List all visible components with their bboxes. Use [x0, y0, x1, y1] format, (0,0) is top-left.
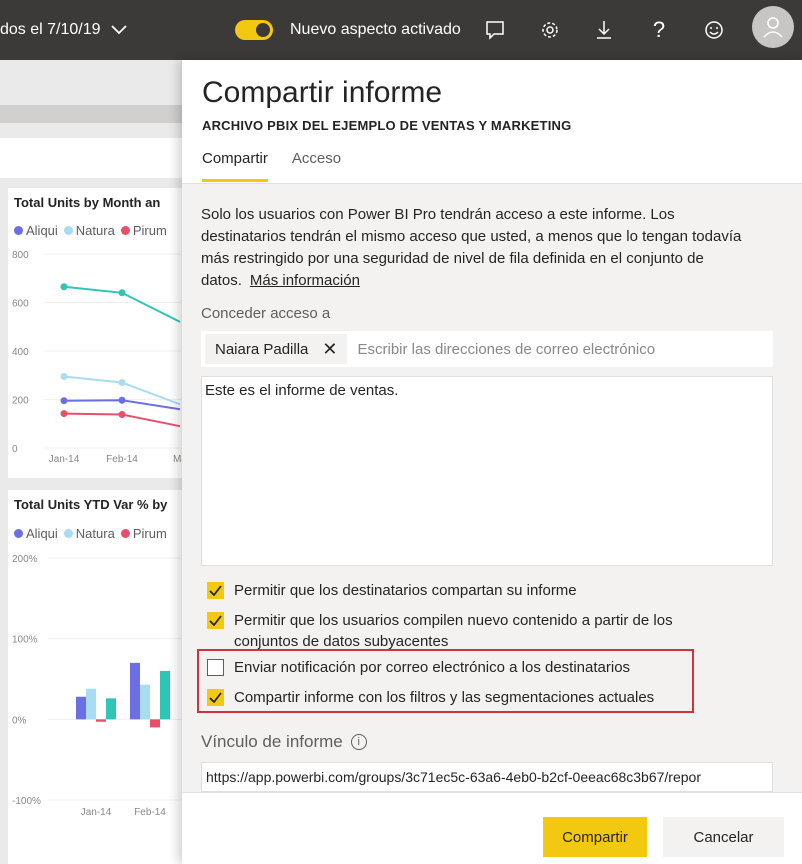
top-bar: dos el 7/10/19 Nuevo aspecto activado ? [0, 0, 802, 60]
recipients-field[interactable]: Naiara Padilla ✕ Escribir las direccione… [201, 331, 773, 367]
breadcrumb-label: dos el 7/10/19 [0, 21, 101, 38]
info-icon[interactable]: i [350, 734, 367, 750]
remove-recipient-icon[interactable]: ✕ [322, 339, 337, 360]
report-link-label: Vínculo de informe i [201, 732, 367, 752]
checkbox-checked-icon[interactable] [207, 612, 224, 629]
y-tick-label: 100% [12, 635, 38, 646]
x-tick-label: Feb-14 [134, 807, 166, 818]
share-report-dialog: Compartir informe ARCHIVO PBIX DEL EJEMP… [182, 60, 802, 864]
tab-access[interactable]: Acceso [292, 150, 341, 182]
chart-legend: Aliqui Natura Pirum [14, 526, 167, 541]
checkbox-checked-icon[interactable] [207, 582, 224, 599]
download-icon[interactable] [589, 15, 619, 45]
bar [106, 698, 116, 720]
grant-access-label: Conceder acceso a [201, 305, 331, 322]
y-tick-label: -100% [12, 796, 41, 807]
line-chart: 8006004002000Jan-14 Feb-14 Ma [12, 250, 200, 465]
bar [160, 670, 170, 720]
breadcrumb[interactable]: dos el 7/10/19 [0, 0, 127, 60]
more-info-link[interactable]: Más información [250, 272, 360, 289]
report-link-field[interactable]: https://app.powerbi.com/groups/3c71ec5c-… [201, 762, 773, 792]
gear-icon[interactable] [535, 15, 565, 45]
dialog-footer: Compartir Cancelar [182, 792, 802, 864]
share-description: Solo los usuarios con Power BI Pro tendr… [201, 206, 742, 289]
bar [150, 719, 160, 728]
y-tick-label: 0% [12, 715, 27, 726]
y-tick-label: 200 [12, 396, 29, 407]
data-point [118, 411, 126, 419]
report-canvas: Total Units by Month an Aliqui Natura Pi… [0, 60, 200, 864]
data-point [118, 396, 126, 404]
y-tick-label: 200% [12, 554, 38, 565]
recipient-name: Naiara Padilla [215, 340, 309, 358]
tab-share[interactable]: Compartir [202, 150, 268, 182]
share-button[interactable]: Compartir [543, 817, 647, 857]
new-look-label: Nuevo aspecto activado [290, 21, 461, 38]
y-tick-label: 600 [12, 299, 29, 310]
comment-icon[interactable] [480, 15, 510, 45]
bar [96, 719, 106, 722]
new-look-toggle[interactable] [235, 20, 273, 40]
bar [130, 662, 140, 720]
chart-card-ytd-var[interactable]: Total Units YTD Var % by Aliqui Natura P… [8, 490, 200, 864]
y-tick-label: 800 [12, 250, 29, 261]
recipient-chip: Naiara Padilla ✕ [205, 334, 348, 364]
y-tick-label: 0 [12, 444, 18, 455]
email-input[interactable]: Escribir las direcciones de correo elect… [357, 341, 655, 358]
help-icon[interactable]: ? [644, 15, 674, 45]
data-point [60, 283, 68, 291]
dialog-subtitle: ARCHIVO PBIX DEL EJEMPLO DE VENTAS Y MAR… [202, 118, 572, 133]
data-point [60, 397, 68, 405]
chart-card-units-by-month[interactable]: Total Units by Month an Aliqui Natura Pi… [8, 188, 200, 478]
dialog-title: Compartir informe [202, 76, 443, 109]
data-point [60, 410, 68, 418]
chart-title: Total Units by Month an [14, 195, 161, 210]
chart-legend: Aliqui Natura Pirum [14, 223, 167, 238]
bar [86, 688, 96, 720]
x-tick-label: Jan-14 [49, 454, 80, 465]
report-band [0, 105, 200, 123]
bar [140, 684, 150, 720]
x-tick-label: Jan-14 [81, 807, 112, 818]
data-point [118, 289, 126, 297]
report-band [0, 138, 200, 178]
y-tick-label: 400 [12, 347, 29, 358]
smiley-icon[interactable] [699, 15, 729, 45]
dialog-tabs: Compartir Acceso [202, 150, 341, 182]
option-allow-build[interactable]: Permitir que los usuarios compilen nuevo… [207, 610, 727, 652]
data-point [60, 372, 68, 380]
chart-title: Total Units YTD Var % by [14, 497, 168, 512]
x-tick-label: Feb-14 [106, 454, 138, 465]
bar [76, 696, 86, 720]
share-form: Solo los usuarios con Power BI Pro tendr… [182, 184, 802, 792]
option-label: Permitir que los usuarios compilen nuevo… [234, 612, 673, 650]
option-allow-reshare[interactable]: Permitir que los destinatarios compartan… [207, 580, 767, 601]
message-textarea[interactable]: Este es el informe de ventas. [201, 376, 773, 566]
avatar-icon[interactable] [752, 6, 794, 48]
chevron-down-icon [110, 25, 127, 35]
highlight-box [197, 649, 694, 713]
option-label: Permitir que los destinatarios compartan… [234, 582, 577, 599]
data-point [118, 379, 126, 387]
bar-chart: 200% 100% 0% -100% Jan-14 Feb-14 [12, 554, 200, 818]
cancel-button[interactable]: Cancelar [663, 817, 784, 857]
